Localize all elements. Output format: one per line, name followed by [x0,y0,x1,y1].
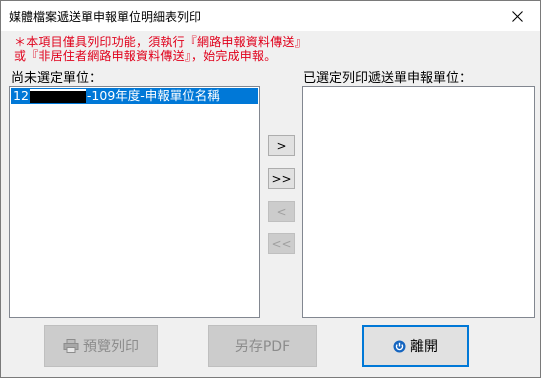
window-title: 媒體檔案遞送單申報單位明細表列印 [9,10,202,24]
exit-button[interactable]: 離開 [362,325,469,367]
save-pdf-label: 另存PDF [234,339,291,355]
remove-button[interactable]: < [268,201,295,222]
notice-line-2: 或『非居住者網路申報資料傳送』，始完成申報。 [14,49,277,63]
remove-all-button[interactable]: << [268,233,295,254]
print-preview-button[interactable]: 預覽列印 [44,325,158,367]
redacted-block [29,89,86,103]
printer-icon [63,339,79,353]
unselected-units-label: 尚未選定單位： [11,71,103,86]
close-button[interactable] [494,1,540,31]
unselected-units-list[interactable]: 12 -109年度-申報單位名稱 [9,86,260,318]
selected-units-label: 已選定列印遞送單申報單位： [303,71,473,86]
dialog-window: 媒體檔案遞送單申報單位明細表列印 ＊本項目僅具列印功能，須執行『網路申報資料傳送… [0,0,541,378]
print-preview-label: 預覽列印 [83,339,139,355]
list-item[interactable]: 12 -109年度-申報單位名稱 [11,88,258,104]
close-icon [511,7,523,26]
add-button[interactable]: > [268,135,295,156]
power-icon [393,340,406,353]
exit-label: 離開 [410,339,438,355]
list-item-prefix: 12 [13,88,29,103]
title-bar: 媒體檔案遞送單申報單位明細表列印 [1,1,540,31]
list-item-suffix: -109年度-申報單位名稱 [86,88,220,103]
add-all-button[interactable]: >> [268,168,295,189]
save-pdf-button[interactable]: 另存PDF [208,325,317,367]
selected-units-list[interactable] [302,86,535,318]
